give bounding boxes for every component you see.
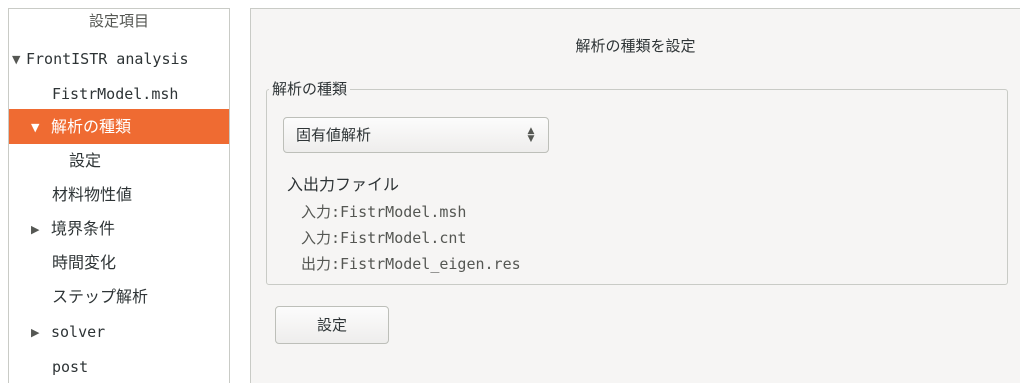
tree-item-boundary-conditions[interactable]: ▶ 境界条件 xyxy=(9,211,229,246)
tree-item-solver[interactable]: ▶ solver xyxy=(9,314,229,349)
tree-item-setting[interactable]: 設定 xyxy=(9,143,229,178)
tree-item-material-properties[interactable]: 材料物性値 xyxy=(9,177,229,212)
tree-item-label: solver xyxy=(51,323,106,341)
tree-item-label: 境界条件 xyxy=(51,219,116,238)
tree-item-fistrmodel-msh[interactable]: FistrModel.msh xyxy=(9,76,229,111)
combobox-arrows-icon: ▲ ▼ xyxy=(527,126,535,144)
tree-item-label: ステップ解析 xyxy=(52,287,149,306)
expand-arrow-icon[interactable]: ▶ xyxy=(31,212,45,247)
tree-item-time-change[interactable]: 時間変化 xyxy=(9,245,229,280)
tree-item-label: 解析の種類 xyxy=(51,117,132,136)
tree-item-label: post xyxy=(52,358,89,376)
expand-arrow-icon[interactable]: ▶ xyxy=(31,315,45,350)
expand-arrow-icon[interactable]: ▼ xyxy=(31,110,45,145)
tree-header[interactable]: 設定項目 xyxy=(9,9,229,33)
tree-item-label: 設定 xyxy=(69,151,102,170)
tree-item-label: 時間変化 xyxy=(52,253,117,272)
analysis-type-combobox[interactable]: 固有値解析 ▲ ▼ xyxy=(283,117,549,153)
expand-arrow-icon[interactable]: ▼ xyxy=(12,42,26,77)
tree-item-label: FrontISTR analysis xyxy=(26,50,189,68)
group-label: 解析の種類 xyxy=(269,78,351,99)
tree-item-label: FistrModel.msh xyxy=(52,85,179,103)
output-file-res: 出力:FistrModel_eigen.res xyxy=(301,255,521,273)
combobox-value: 固有値解析 xyxy=(296,126,372,144)
io-files-heading: 入出力ファイル xyxy=(287,175,400,194)
input-file-msh: 入力:FistrModel.msh xyxy=(301,203,467,221)
tree-item-step-analysis[interactable]: ステップ解析 xyxy=(9,279,229,314)
tree-item-post[interactable]: post xyxy=(9,349,229,383)
analysis-type-settings-panel: 解析の種類を設定 解析の種類 固有値解析 ▲ ▼ 入出力ファイル 入力:Fistr… xyxy=(250,8,1020,383)
tree-item-frontistr-analysis[interactable]: ▼ FrontISTR analysis xyxy=(9,41,229,76)
set-button[interactable]: 設定 xyxy=(275,306,389,344)
input-file-cnt: 入力:FistrModel.cnt xyxy=(301,229,467,247)
settings-tree-panel: 設定項目 ▼ FrontISTR analysis FistrModel.msh … xyxy=(8,8,230,383)
tree-item-analysis-type[interactable]: ▼ 解析の種類 xyxy=(9,109,229,144)
page-title: 解析の種類を設定 xyxy=(575,37,696,55)
tree-item-label: 材料物性値 xyxy=(52,185,133,204)
